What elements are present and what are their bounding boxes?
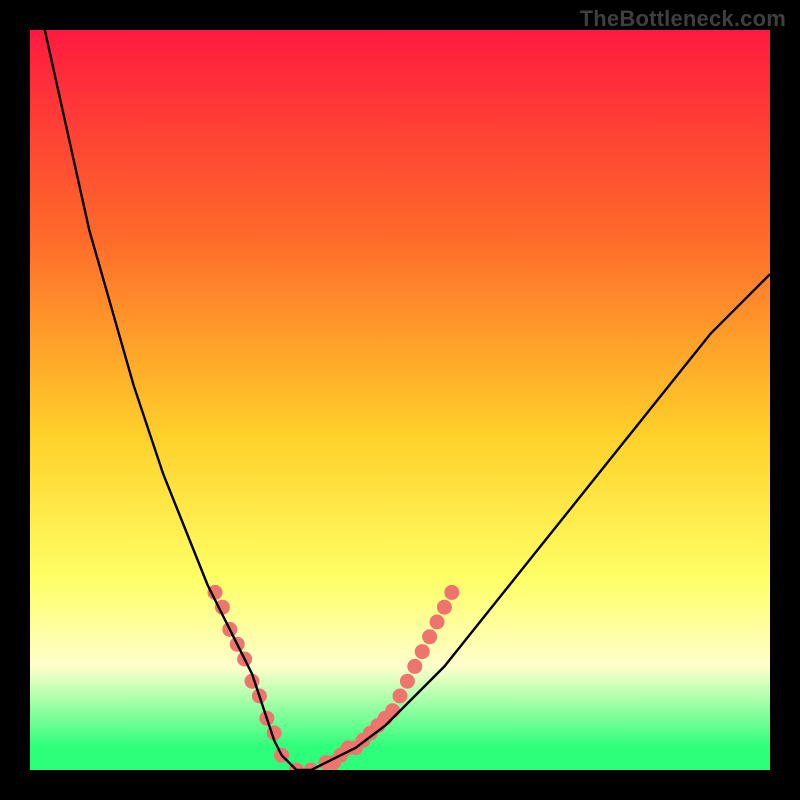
bottleneck-chart: [30, 30, 770, 770]
watermark-text: TheBottleneck.com: [580, 6, 786, 32]
data-marker: [385, 703, 400, 718]
data-marker: [422, 629, 437, 644]
data-marker: [400, 674, 415, 689]
data-marker: [407, 659, 422, 674]
data-marker: [430, 615, 445, 630]
data-marker: [437, 600, 452, 615]
chart-frame: TheBottleneck.com: [0, 0, 800, 800]
data-marker: [393, 689, 408, 704]
data-marker: [444, 585, 459, 600]
data-marker: [415, 644, 430, 659]
